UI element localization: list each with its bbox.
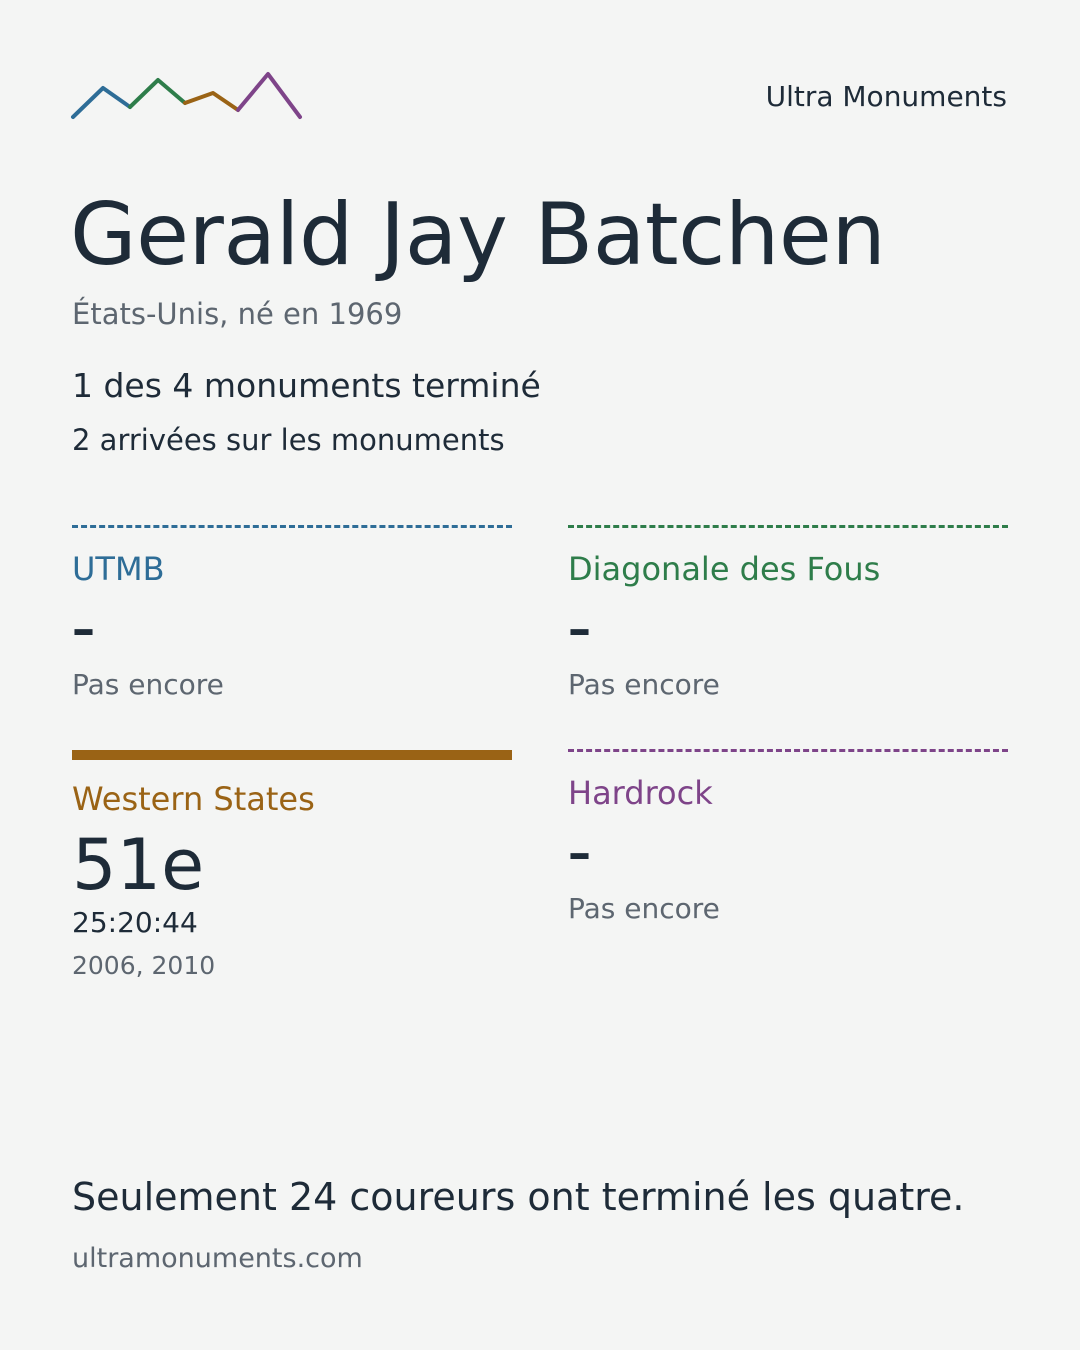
status-utmb: Pas encore	[72, 668, 224, 701]
brand-name: Ultra Monuments	[765, 80, 1007, 113]
card-rule-utmb	[72, 525, 512, 528]
mountain-range-logo-icon	[71, 72, 302, 119]
status-hardrock: Pas encore	[568, 892, 720, 925]
monument-card-utmb: UTMB – Pas encore	[72, 525, 512, 745]
best-time-western-states: 25:20:44	[72, 906, 198, 939]
monument-card-hardrock: Hardrock – Pas encore	[568, 749, 1008, 969]
logo-segment-utmb	[71, 86, 132, 119]
status-diagonale: Pas encore	[568, 668, 720, 701]
race-name-hardrock: Hardrock	[568, 774, 713, 812]
monuments-completed-summary: 1 des 4 monuments terminé	[72, 366, 541, 405]
finish-years-western-states: 2006, 2010	[72, 951, 216, 980]
no-result-dash-diagonale: –	[568, 602, 591, 656]
race-name-western-states: Western States	[72, 780, 315, 818]
race-name-utmb: UTMB	[72, 550, 165, 588]
card-rule-western-states	[72, 750, 512, 760]
card-rule-diagonale	[568, 525, 1008, 528]
race-name-diagonale: Diagonale des Fous	[568, 550, 881, 588]
logo-segment-diagonale	[128, 78, 187, 109]
no-result-dash-hardrock: –	[568, 826, 591, 880]
no-result-dash-utmb: –	[72, 602, 95, 656]
logo-segment-hardrock	[236, 72, 302, 119]
site-url: ultramonuments.com	[72, 1243, 363, 1274]
runner-nationality-birth: États-Unis, né en 1969	[72, 297, 403, 331]
runner-name: Gerald Jay Batchen	[70, 185, 886, 285]
footer-note: Seulement 24 coureurs ont terminé les qu…	[72, 1175, 965, 1219]
best-rank-western-states: 51e	[72, 824, 205, 906]
logo-segment-western	[183, 91, 240, 112]
monument-card-diagonale: Diagonale des Fous – Pas encore	[568, 525, 1008, 745]
monument-card-western-states: Western States 51e 25:20:44 2006, 2010	[72, 750, 512, 980]
card-rule-hardrock	[568, 749, 1008, 752]
finishes-count: 2 arrivées sur les monuments	[72, 423, 505, 457]
